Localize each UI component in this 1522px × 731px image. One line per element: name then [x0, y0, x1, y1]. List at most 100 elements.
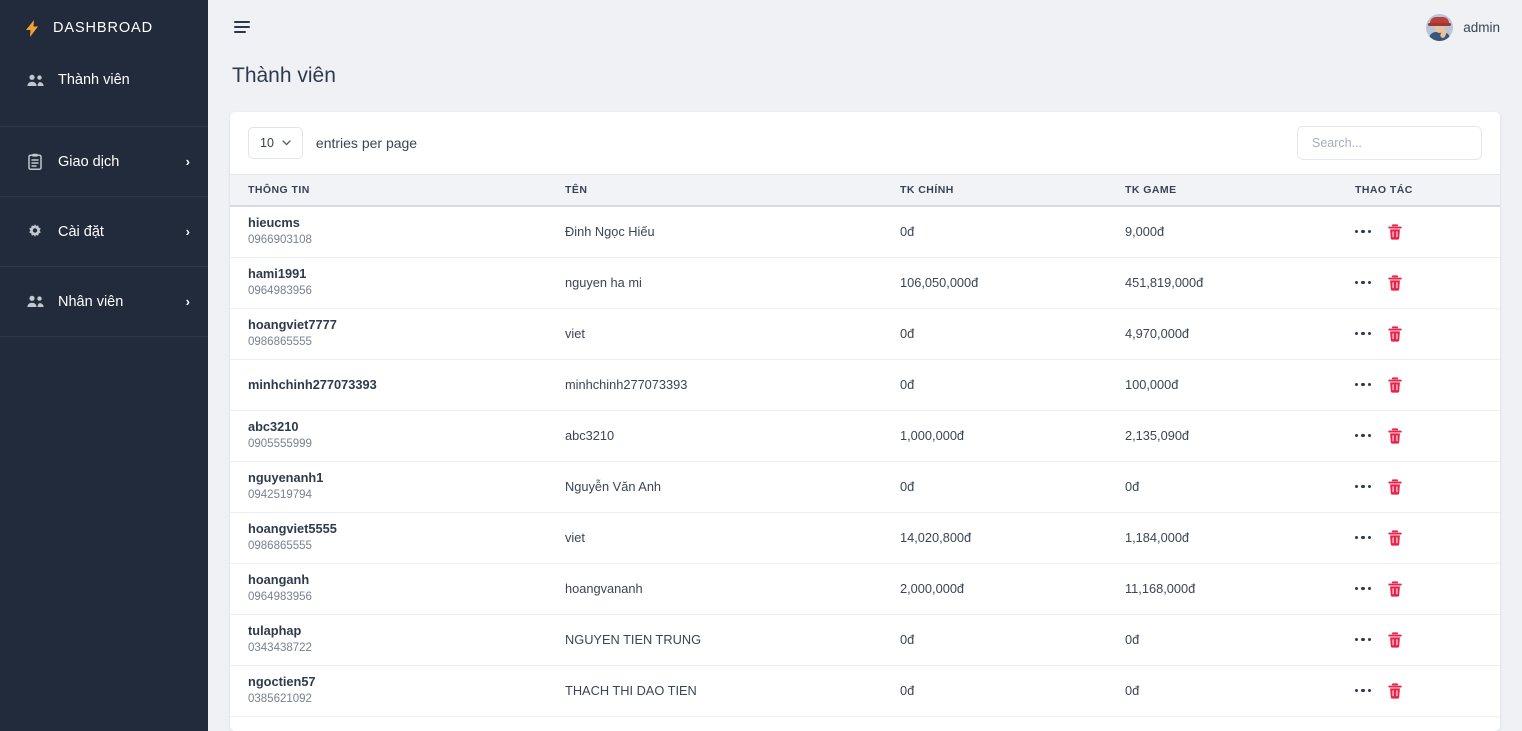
table-toolbar: 10 entries per page [230, 112, 1500, 174]
delete-icon[interactable] [1388, 683, 1402, 699]
more-options-icon[interactable] [1355, 686, 1371, 695]
sidebar-item-nhan-vien[interactable]: Nhân viên › [0, 267, 208, 336]
cell-tk-chinh: 106,050,000đ [900, 257, 1125, 308]
more-options-icon[interactable] [1355, 278, 1371, 287]
cell-thong-tin: abc32100905555999 [230, 410, 565, 461]
delete-icon[interactable] [1388, 377, 1402, 393]
member-tk-game: 0đ [1125, 479, 1139, 494]
cell-tk-chinh: 0đ [900, 461, 1125, 512]
hamburger-line [234, 31, 246, 33]
sidebar-item-cai-dat[interactable]: Cài đặt › [0, 197, 208, 266]
hamburger-icon[interactable] [232, 17, 252, 37]
hamburger-line [234, 26, 250, 28]
member-username: hoangviet7777 [248, 317, 565, 333]
cell-ten: viet [565, 308, 900, 359]
delete-icon[interactable] [1388, 428, 1402, 444]
cell-thong-tin: hoangviet77770986865555 [230, 308, 565, 359]
member-username: ngoctien57 [248, 674, 565, 690]
member-tk-game: 11,168,000đ [1125, 581, 1195, 596]
table-row[interactable]: hoangviet55550986865555viet14,020,800đ1,… [230, 512, 1500, 563]
member-name: hoangvananh [565, 581, 643, 596]
sidebar-item-giao-dich[interactable]: Giao dịch › [0, 127, 208, 196]
table-row[interactable]: nguyenanh10942519794Nguyễn Văn Anh 0đ0đ [230, 461, 1500, 512]
table-row[interactable]: hieucms0966903108Đinh Ngọc Hiếu0đ9,000đ [230, 206, 1500, 257]
cell-tk-game: 9,000đ [1125, 206, 1355, 257]
member-tk-chinh: 0đ [900, 632, 914, 647]
cell-tk-chinh: 0đ [900, 359, 1125, 410]
member-phone: 0964983956 [248, 283, 565, 300]
bolt-icon [26, 20, 39, 37]
table-row[interactable]: abc32100905555999abc3210 1,000,000đ2,135,… [230, 410, 1500, 461]
table-row[interactable]: hami19910964983956nguyen ha mi 106,050,00… [230, 257, 1500, 308]
member-tk-chinh: 14,020,800đ [900, 530, 971, 545]
delete-icon[interactable] [1388, 479, 1402, 495]
people-icon [26, 74, 44, 87]
cell-ten: THACH THI DAO TIEN [565, 665, 900, 716]
member-phone: 0905555999 [248, 436, 565, 453]
cell-thong-tin: nguyenanh10942519794 [230, 461, 565, 512]
more-options-icon[interactable] [1355, 584, 1371, 593]
entries-per-page-select[interactable]: 10 [248, 127, 303, 159]
user-menu[interactable]: admin [1426, 14, 1500, 41]
cell-ten: viet [565, 512, 900, 563]
chevron-right-icon: › [186, 295, 190, 308]
cell-tk-game: 2,135,090đ [1125, 410, 1355, 461]
member-username: hoangviet5555 [248, 521, 565, 537]
cell-thong-tin: ngoctien570385621092 [230, 665, 565, 716]
more-options-icon[interactable] [1355, 380, 1371, 389]
member-tk-chinh: 0đ [900, 224, 914, 239]
entries-per-page-value: 10 [260, 136, 274, 150]
member-name: nguyen ha mi [565, 275, 642, 290]
table-row[interactable]: ngoctien570385621092THACH THI DAO TIEN 0đ… [230, 665, 1500, 716]
chevron-down-icon [282, 138, 291, 148]
member-name: Nguyễn Văn Anh [565, 479, 661, 494]
member-username: hieucms [248, 215, 565, 231]
table-row[interactable]: hoangviet77770986865555viet0đ4,970,000đ [230, 308, 1500, 359]
table-row[interactable]: hoanganh0964983956hoangvananh2,000,000đ1… [230, 563, 1500, 614]
cell-tk-chinh: 1,000,000đ [900, 410, 1125, 461]
sidebar-item-thanh-vien[interactable]: Thành viên [0, 56, 208, 104]
member-phone: 0966903108 [248, 232, 565, 249]
more-options-icon[interactable] [1355, 431, 1371, 440]
table-row[interactable]: tulaphap0343438722NGUYEN TIEN TRUNG0đ0đ [230, 614, 1500, 665]
delete-icon[interactable] [1388, 530, 1402, 546]
delete-icon[interactable] [1388, 326, 1402, 342]
table-scroll-area: THÔNG TIN TÊN TK CHÍNH TK GAME THAO TÁC … [230, 174, 1500, 731]
member-tk-chinh: 2,000,000đ [900, 581, 964, 596]
cell-tk-chinh: 14,020,800đ [900, 512, 1125, 563]
sidebar-item-label: Giao dịch [58, 154, 172, 170]
more-options-icon[interactable] [1355, 635, 1371, 644]
delete-icon[interactable] [1388, 275, 1402, 291]
cell-tk-game: 100,000đ [1125, 359, 1355, 410]
search-input[interactable] [1297, 126, 1482, 160]
row-actions [1355, 479, 1500, 495]
more-options-icon[interactable] [1355, 227, 1371, 236]
main-content: admin Thành viên 10 entries per page [208, 0, 1522, 731]
more-options-icon[interactable] [1355, 482, 1371, 491]
gear-icon [26, 224, 44, 240]
cell-tk-game: 0đ [1125, 665, 1355, 716]
member-tk-game: 9,000đ [1125, 224, 1164, 239]
sidebar: DASHBROAD Thành viên [0, 0, 208, 731]
cell-ten: Nguyễn Văn Anh [565, 461, 900, 512]
member-name: NGUYEN TIEN TRUNG [565, 632, 701, 647]
more-options-icon[interactable] [1355, 533, 1371, 542]
topbar: admin [208, 0, 1522, 54]
row-actions [1355, 377, 1500, 393]
member-name: minhchinh277073393 [565, 377, 687, 392]
member-name: viet [565, 326, 585, 341]
delete-icon[interactable] [1388, 581, 1402, 597]
member-name: abc3210 [565, 428, 614, 443]
more-options-icon[interactable] [1355, 329, 1371, 338]
delete-icon[interactable] [1388, 224, 1402, 240]
member-tk-game: 2,135,090đ [1125, 428, 1189, 443]
sidebar-item-label: Nhân viên [58, 294, 172, 310]
member-username: hami1991 [248, 266, 565, 282]
brand[interactable]: DASHBROAD [0, 0, 208, 56]
member-tk-chinh: 0đ [900, 326, 914, 341]
member-phone: 0343438722 [248, 640, 565, 657]
delete-icon[interactable] [1388, 632, 1402, 648]
member-username: nguyenanh1 [248, 470, 565, 486]
member-tk-game: 100,000đ [1125, 377, 1178, 392]
table-row[interactable]: minhchinh277073393minhchinh2770733930đ10… [230, 359, 1500, 410]
